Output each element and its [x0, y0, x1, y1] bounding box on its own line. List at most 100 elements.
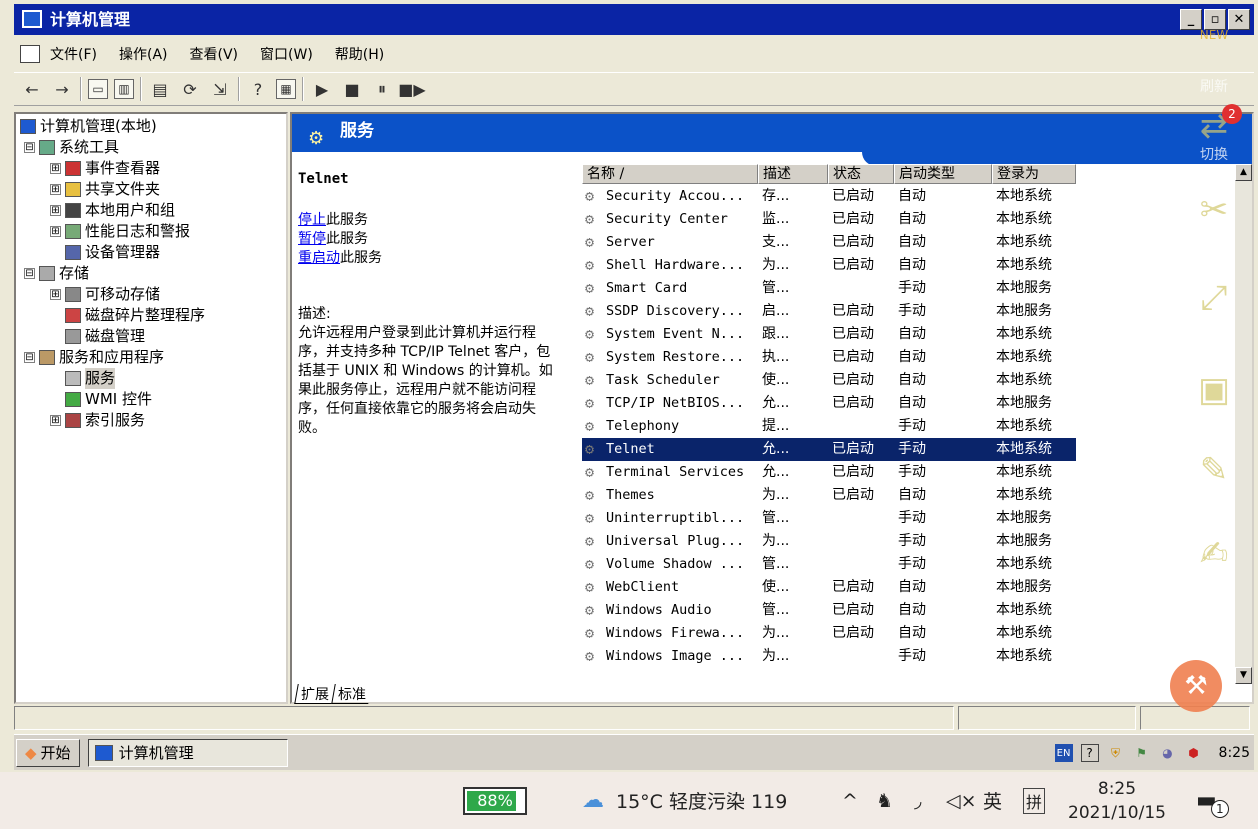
ime-pinyin[interactable]: 拼: [1023, 772, 1046, 829]
collapse-icon[interactable]: ⊟: [24, 268, 35, 279]
tree-item-removable-storage[interactable]: ⊞ 可移动存储: [50, 284, 160, 305]
menu-file[interactable]: 文件(F): [50, 44, 97, 64]
column-startup-type[interactable]: 启动类型: [894, 164, 992, 184]
show-tree-icon[interactable]: ▥: [114, 79, 134, 99]
table-row[interactable]: Shell Hardware...为... 已启动 自动 本地系统: [582, 254, 1076, 277]
column-logon-as[interactable]: 登录为: [992, 164, 1076, 184]
table-row[interactable]: Uninterruptibl...管... 手动 本地服务: [582, 507, 1076, 530]
battery-indicator[interactable]: 88%: [463, 772, 527, 829]
expand-icon[interactable]: ⊞: [50, 184, 61, 195]
volume-icon[interactable]: ◁×: [946, 772, 977, 829]
expand-icon[interactable]: ⊞: [50, 289, 61, 300]
shield-icon[interactable]: ⛨: [1107, 744, 1125, 762]
window-titlebar[interactable]: 计算机管理 _ ▫ ✕: [14, 4, 1254, 35]
menu-help[interactable]: 帮助(H): [335, 44, 384, 64]
table-row[interactable]: Windows Firewa...为... 已启动 自动 本地系统: [582, 622, 1076, 645]
pause-link[interactable]: 暂停: [298, 231, 326, 247]
tree-item-defrag[interactable]: 磁盘碎片整理程序: [65, 305, 205, 326]
table-row[interactable]: Universal Plug...为... 手动 本地服务: [582, 530, 1076, 553]
qq-icon[interactable]: ♞: [876, 772, 893, 829]
menu-view[interactable]: 查看(V): [190, 44, 239, 64]
tab-extended[interactable]: 扩展: [294, 684, 335, 704]
notification-center-icon[interactable]: ▬ 1: [1196, 772, 1229, 829]
tree-item-computer-management[interactable]: 计算机管理(本地): [20, 116, 157, 137]
pause-service-icon[interactable]: ⏸: [370, 77, 394, 101]
table-row[interactable]: System Restore...执... 已启动 自动 本地系统: [582, 346, 1076, 369]
refresh-button[interactable]: 刷新: [1174, 76, 1254, 96]
restart-link[interactable]: 重启动: [298, 250, 340, 266]
help-icon[interactable]: ?: [246, 77, 270, 101]
console-icon[interactable]: ▦: [276, 79, 296, 99]
tab-standard[interactable]: 标准: [331, 684, 372, 704]
collapse-icon[interactable]: ⊟: [24, 142, 35, 153]
up-folder-icon[interactable]: ▭: [88, 79, 108, 99]
tree-item-services[interactable]: 服务: [65, 368, 116, 389]
document-icon[interactable]: [20, 45, 40, 63]
tree-item-wmi[interactable]: WMI 控件: [65, 389, 152, 410]
table-row[interactable]: WebClient使... 已启动 自动 本地服务: [582, 576, 1076, 599]
start-button[interactable]: ◆ 开始: [16, 738, 80, 767]
tree-item-storage[interactable]: ⊟ 存储: [24, 263, 89, 284]
answer-button[interactable]: ✍ 答题: [1174, 536, 1254, 592]
table-row[interactable]: Security Center监... 已启动 自动 本地系统: [582, 208, 1076, 231]
menu-action[interactable]: 操作(A): [119, 44, 168, 64]
start-service-icon[interactable]: ▶: [310, 77, 334, 101]
properties-icon[interactable]: ▤: [148, 77, 172, 101]
host-clock[interactable]: 8:25 2021/10/15: [1068, 772, 1166, 829]
back-arrow-icon[interactable]: ←: [20, 77, 44, 101]
switch-button[interactable]: ⇄ 切换: [1174, 108, 1254, 164]
wifi-icon[interactable]: ◞: [914, 772, 921, 829]
collapse-icon[interactable]: ⊟: [24, 352, 35, 363]
table-row[interactable]: Smart Card管... 手动 本地服务: [582, 277, 1076, 300]
refresh-icon[interactable]: ⟳: [178, 77, 202, 101]
speaker-icon[interactable]: ◕: [1159, 744, 1177, 762]
column-name[interactable]: 名称 /: [582, 164, 758, 184]
table-row[interactable]: Telephony提... 手动 本地系统: [582, 415, 1076, 438]
table-row[interactable]: Themes为... 已启动 自动 本地系统: [582, 484, 1076, 507]
table-row[interactable]: System Event N...跟... 已启动 自动 本地系统: [582, 323, 1076, 346]
table-row[interactable]: Server支... 已启动 自动 本地系统: [582, 231, 1076, 254]
menu-window[interactable]: 窗口(W): [260, 44, 313, 64]
table-row[interactable]: TCP/IP NetBIOS...允... 已启动 自动 本地服务: [582, 392, 1076, 415]
tree-item-event-viewer[interactable]: ⊞ 事件查看器: [50, 158, 160, 179]
table-row[interactable]: Windows Audio管... 已启动 自动 本地系统: [582, 599, 1076, 622]
table-row[interactable]: Security Accou...存... 已启动 自动 本地系统: [582, 185, 1076, 208]
tools-fab-button[interactable]: ⚒: [1170, 660, 1222, 712]
expand-icon[interactable]: ⊞: [50, 205, 61, 216]
taskbar-item-computer-management[interactable]: 计算机管理: [87, 738, 288, 767]
expand-icon[interactable]: ⊞: [50, 415, 61, 426]
fullscreen-button[interactable]: ⤢ 全屏: [1174, 280, 1254, 336]
clipboard-button[interactable]: ✂ 剪贴板: [1174, 192, 1254, 248]
console-tree[interactable]: 计算机管理(本地) ⊟ 系统工具 ⊞ 事件查看器 ⊞ 共享文件夹 ⊞ 本地用户和…: [14, 112, 288, 704]
restart-service-icon[interactable]: ■▶: [398, 77, 425, 101]
export-list-icon[interactable]: ⇲: [208, 77, 232, 101]
tree-item-shared-folders[interactable]: ⊞ 共享文件夹: [50, 179, 160, 200]
language-indicator[interactable]: EN: [1054, 744, 1073, 762]
services-list[interactable]: 名称 / 描述 状态 启动类型 登录为 Security Accou...存..…: [582, 164, 1252, 684]
tree-item-services-apps[interactable]: ⊟ 服务和应用程序: [24, 347, 164, 368]
expand-icon[interactable]: ⊞: [50, 226, 61, 237]
tree-item-perf-logs[interactable]: ⊞ 性能日志和警报: [50, 221, 190, 242]
help-icon[interactable]: ?: [1080, 744, 1099, 762]
tree-item-device-manager[interactable]: 设备管理器: [65, 242, 160, 263]
network-icon[interactable]: ⚑: [1133, 744, 1151, 762]
tree-item-local-users[interactable]: ⊞ 本地用户和组: [50, 200, 175, 221]
stop-link[interactable]: 停止: [298, 212, 326, 228]
weather-widget[interactable]: ☁ 15°C 轻度污染 119: [582, 772, 787, 829]
guide-button[interactable]: ▣ 指导书: [1174, 372, 1254, 428]
tree-item-indexing[interactable]: ⊞ 索引服务: [50, 410, 145, 431]
tree-item-system-tools[interactable]: ⊟ 系统工具: [24, 137, 119, 158]
table-row[interactable]: Windows Image ...为... 手动 本地系统: [582, 645, 1076, 668]
notes-button[interactable]: ✎ 笔记: [1174, 452, 1254, 508]
tree-item-disk-management[interactable]: 磁盘管理: [65, 326, 145, 347]
ime-mode[interactable]: 英: [983, 772, 1002, 829]
table-row[interactable]: Telnet允... 已启动 手动 本地系统: [582, 438, 1076, 461]
show-hidden-icons-button[interactable]: ^: [842, 772, 858, 829]
security-alert-icon[interactable]: ⬢: [1185, 744, 1203, 762]
table-row[interactable]: SSDP Discovery...启... 已启动 手动 本地服务: [582, 300, 1076, 323]
table-row[interactable]: Volume Shadow ...管... 手动 本地系统: [582, 553, 1076, 576]
column-status[interactable]: 状态: [828, 164, 894, 184]
table-row[interactable]: Terminal Services允... 已启动 手动 本地系统: [582, 461, 1076, 484]
table-row[interactable]: Task Scheduler使... 已启动 自动 本地系统: [582, 369, 1076, 392]
column-description[interactable]: 描述: [758, 164, 828, 184]
